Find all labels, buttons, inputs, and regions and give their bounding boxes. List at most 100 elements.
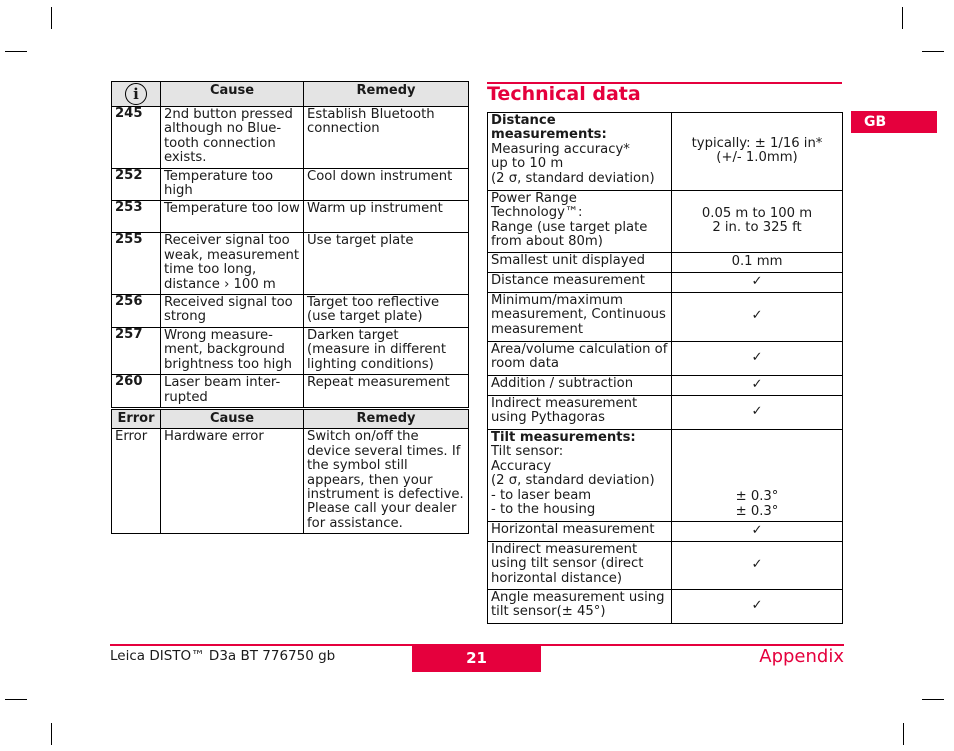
table-row: 252 Temperature too high Cool down instr… (111, 167, 469, 202)
error-code: 256 (111, 294, 161, 328)
error-remedy: Repeat measurement (303, 374, 469, 408)
spec-line: (2 σ, standard deviation) (491, 473, 655, 489)
cause-column-header: Cause (160, 408, 304, 430)
check-icon: ✓ (671, 395, 843, 430)
table-row: Power Range Technology™: Range (use targ… (487, 190, 843, 253)
check-icon: ✓ (671, 521, 843, 542)
table-row: Distance measurements: Measuring accurac… (487, 112, 843, 191)
check-icon: ✓ (671, 541, 843, 590)
spec-label: Horizontal measurement (487, 521, 672, 542)
hardware-error-table: Error Cause Remedy Error Hardware error … (111, 408, 469, 535)
error-code: 260 (111, 374, 161, 408)
table-row: Area/volume calculation of room data ✓ (487, 341, 843, 376)
error-label: Error (111, 428, 161, 535)
spec-line: Power Range (491, 191, 577, 206)
table-row: 260 Laser beam inter-rupted Repeat measu… (111, 374, 469, 408)
spec-value: 0.05 m to 100 m 2 in. to 325 ft (671, 190, 843, 253)
spec-value-line: ± 0.3° (735, 503, 779, 519)
spec-label: Addition / subtraction (487, 375, 672, 396)
spec-value-line: 0.05 m to 100 m (701, 205, 813, 221)
crop-mark (922, 699, 944, 700)
error-cause: Wrong measure-ment, background brightnes… (160, 326, 304, 376)
error-cause: Hardware error (160, 428, 304, 535)
error-code: 255 (111, 232, 161, 296)
spec-line: (2 σ, standard deviation) (491, 170, 655, 186)
spec-value: typically: ± 1/16 in* (+/- 1.0mm) (671, 112, 843, 191)
spec-line: Accuracy (491, 458, 552, 474)
spec-line: Range (use target plate (491, 219, 648, 235)
table-row: 256 Received signal too strong Target to… (111, 294, 469, 328)
table-row: Minimum/maximum measurement, Continuous … (487, 292, 843, 342)
info-column-header: i (111, 81, 161, 107)
table-row: Error Hardware error Switch on/off the d… (111, 428, 469, 535)
table-row: 245 2nd button pressed although no Blue-… (111, 106, 469, 169)
spec-value-line: ± 0.3° (735, 489, 779, 505)
remedy-column-header: Remedy (303, 408, 469, 430)
section-name: Appendix (759, 646, 844, 667)
error-cause: Received signal too strong (160, 294, 304, 328)
spec-label: Distance measurements: Measuring accurac… (487, 112, 672, 191)
error-code: 253 (111, 200, 161, 234)
table-row: Addition / subtraction ✓ (487, 375, 843, 396)
error-message-table: i Cause Remedy 245 2nd button pressed al… (111, 81, 469, 408)
spec-line: - to the housing (491, 502, 596, 518)
error-cause: 2nd button pressed although no Blue-toot… (160, 106, 304, 169)
spec-label: Indirect measurement using Pythagoras (487, 395, 672, 430)
product-name: Leica DISTO™ D3a BT 776750 gb (110, 648, 336, 664)
section-title: Technical data (487, 83, 641, 105)
error-column-header: Error (111, 408, 161, 430)
error-code: 257 (111, 326, 161, 376)
spec-label: Power Range Technology™: Range (use targ… (487, 190, 672, 253)
error-code: 252 (111, 167, 161, 202)
check-icon: ✓ (671, 341, 843, 376)
cause-column-header: Cause (160, 81, 304, 107)
error-remedy: Use target plate (303, 232, 469, 296)
error-cause: Receiver signal too weak, measurement ti… (160, 232, 304, 296)
spec-line: Tilt sensor: (491, 444, 564, 460)
table-row: 253 Temperature too low Warm up instrume… (111, 200, 469, 234)
table-row: Angle measurement using tilt sensor(± 45… (487, 589, 843, 624)
crop-mark (902, 7, 903, 29)
error-code: 245 (111, 106, 161, 169)
spec-label: Area/volume calculation of room data (487, 341, 672, 376)
table-row: Indirect measurement using Pythagoras ✓ (487, 395, 843, 430)
table-row: Tilt measurements: Tilt sensor: Accuracy… (487, 429, 843, 522)
remedy-column-header: Remedy (303, 81, 469, 107)
spec-value-line: (+/- 1.0mm) (716, 150, 798, 165)
crop-mark (903, 723, 904, 745)
spec-line: up to 10 m (491, 156, 564, 172)
spec-label: Smallest unit displayed (487, 252, 672, 273)
error-remedy: Establish Bluetooth connection (303, 106, 469, 169)
spec-line: Measuring accuracy* (491, 141, 630, 157)
error-remedy: Warm up instrument (303, 200, 469, 234)
spec-label: Indirect measurement using tilt sensor (… (487, 541, 672, 590)
crop-mark (5, 699, 27, 700)
check-icon: ✓ (671, 272, 843, 293)
table-row: 255 Receiver signal too weak, measuremen… (111, 232, 469, 296)
table-row: Indirect measurement using tilt sensor (… (487, 541, 843, 590)
crop-mark (51, 723, 52, 745)
crop-mark (5, 51, 27, 52)
table-row: Distance measurement ✓ (487, 272, 843, 293)
language-tab: GB (851, 111, 937, 133)
info-icon: i (125, 83, 147, 105)
error-remedy: Cool down instrument (303, 167, 469, 202)
spec-value-line: 2 in. to 325 ft (712, 220, 802, 235)
spec-group-heading: Distance measurements: (491, 113, 607, 143)
check-icon: ✓ (671, 589, 843, 624)
error-remedy: Switch on/off the device several times. … (303, 428, 469, 535)
spec-label: Tilt measurements: Tilt sensor: Accuracy… (487, 429, 672, 522)
spec-label: Angle measurement using tilt sensor(± 45… (487, 589, 672, 624)
error-cause: Laser beam inter-rupted (160, 374, 304, 408)
crop-mark (51, 7, 52, 29)
spec-group-heading: Tilt measurements: (491, 430, 636, 445)
table-row: Smallest unit displayed 0.1 mm (487, 252, 843, 273)
spec-value: ± 0.3° ± 0.3° (671, 429, 843, 522)
error-cause: Temperature too low (160, 200, 304, 234)
spec-line: from about 80m) (491, 234, 603, 250)
check-icon: ✓ (671, 292, 843, 342)
table-row: 257 Wrong measure-ment, background brigh… (111, 326, 469, 376)
error-remedy: Target too reflective (use target plate) (303, 294, 469, 328)
spec-line: Technology™: (491, 205, 583, 221)
error-cause: Temperature too high (160, 167, 304, 202)
